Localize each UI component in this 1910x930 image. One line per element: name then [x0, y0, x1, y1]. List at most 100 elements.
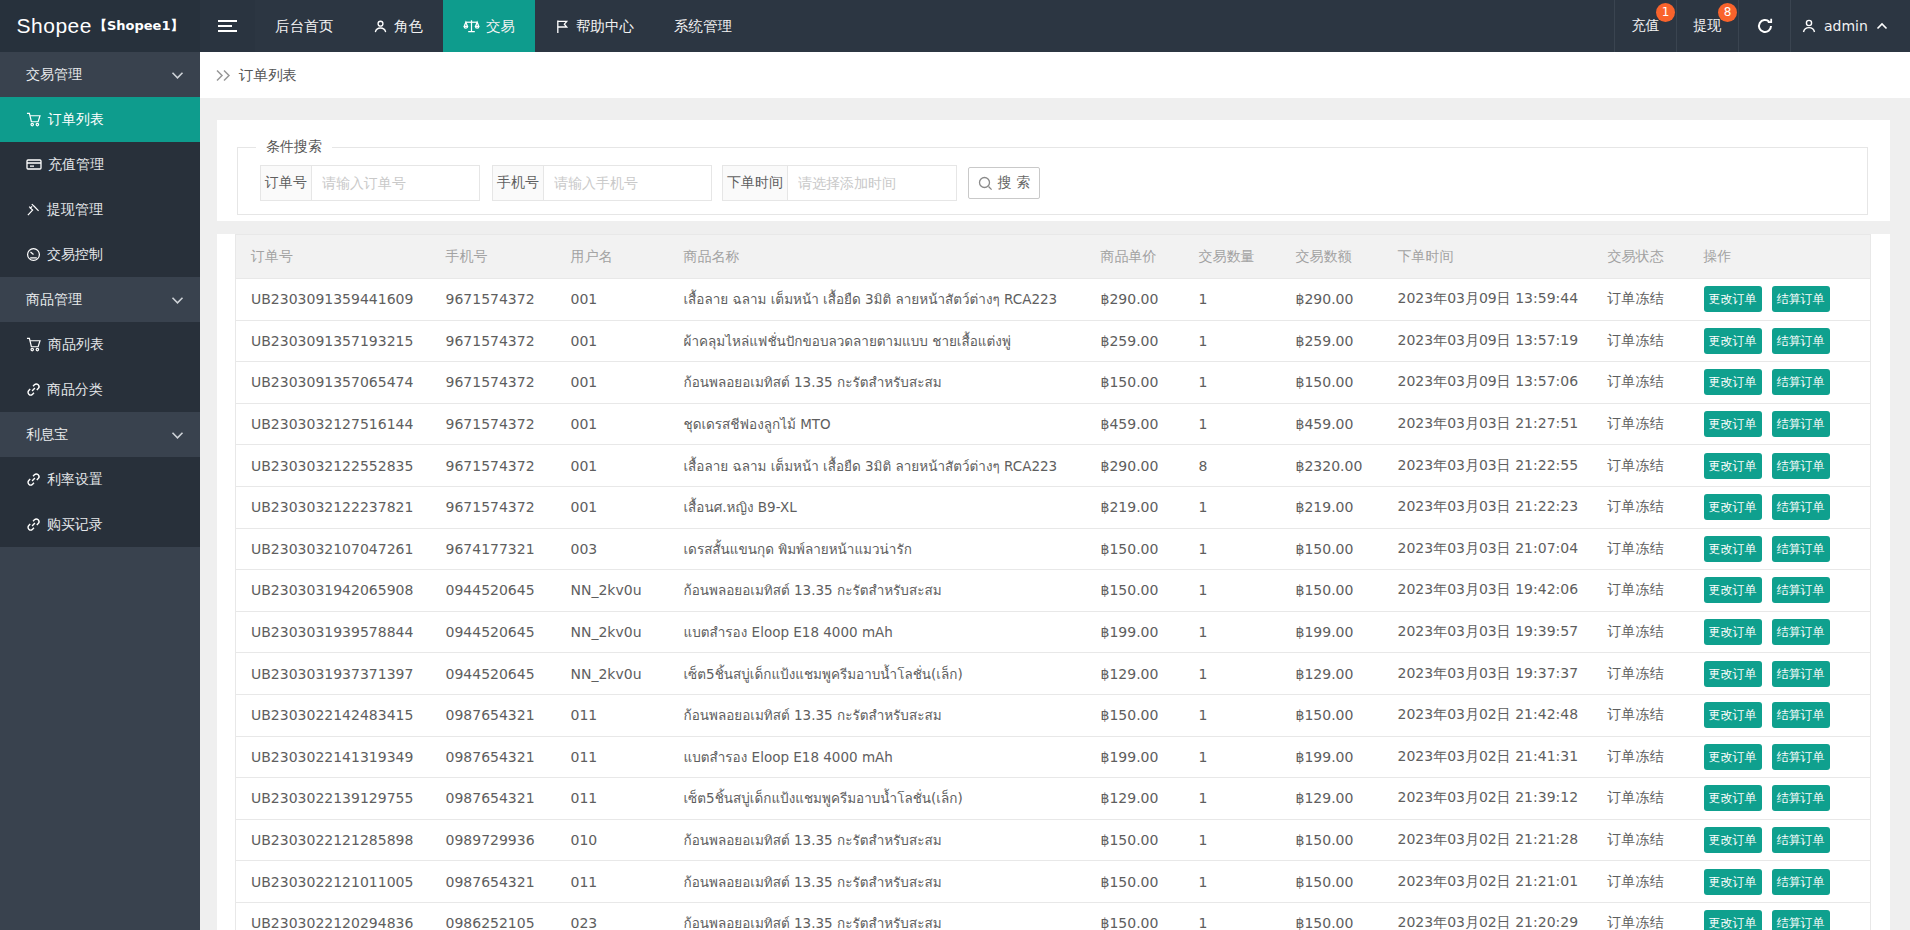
user-cell: 010 [556, 819, 669, 861]
settle-order-button[interactable]: 结算订单 [1772, 453, 1830, 479]
settle-order-button[interactable]: 结算订单 [1772, 661, 1830, 687]
refresh-button[interactable] [1738, 0, 1790, 52]
time-cell: 2023年03月03日 21:27:51 [1383, 403, 1593, 445]
modify-order-button[interactable]: 更改订单 [1704, 453, 1762, 479]
qty-cell: 1 [1184, 819, 1281, 861]
sidebar-item-商品分类[interactable]: 商品分类 [0, 367, 200, 412]
sidebar-item-充值管理[interactable]: 充值管理 [0, 142, 200, 187]
sidebar-item-利率设置[interactable]: 利率设置 [0, 457, 200, 502]
settle-order-button[interactable]: 结算订单 [1772, 744, 1830, 770]
nav-item-5[interactable]: 系统管理 [654, 0, 752, 52]
sidebar-item-商品列表[interactable]: 商品列表 [0, 322, 200, 367]
amount-cell: ฿290.00 [1281, 279, 1383, 321]
qty-cell: 1 [1184, 362, 1281, 404]
sidebar-group-1[interactable]: 交易管理 [0, 52, 200, 97]
status-cell: 订单冻结 [1593, 279, 1689, 321]
order-row: UB23030319395788440944520645NN_2kv0uแบตส… [236, 611, 1871, 653]
link-icon [26, 472, 47, 487]
order-time-input[interactable] [788, 165, 957, 201]
order-no-cell: UB2303022142483415 [236, 694, 431, 736]
modify-order-button[interactable]: 更改订单 [1704, 869, 1762, 895]
settle-order-button[interactable]: 结算订单 [1772, 369, 1830, 395]
status-cell: 订单冻结 [1593, 819, 1689, 861]
qty-cell: 1 [1184, 778, 1281, 820]
product-cell: ชุดเดรสชีฟองลูกไม้ MTO [669, 403, 1086, 445]
user-menu[interactable]: admin [1790, 0, 1910, 52]
modify-order-button[interactable]: 更改订单 [1704, 369, 1762, 395]
nav-item-1[interactable]: 后台首页 [255, 0, 353, 52]
modify-order-button[interactable]: 更改订单 [1704, 494, 1762, 520]
settle-order-button[interactable]: 结算订单 [1772, 827, 1830, 853]
order-no-input[interactable] [312, 165, 480, 201]
settle-order-button[interactable]: 结算订单 [1772, 619, 1830, 645]
withdraw-badge: 8 [1718, 3, 1737, 22]
column-header: 商品名称 [669, 235, 1086, 279]
phone-input[interactable] [544, 165, 712, 201]
search-panel: 条件搜索 订单号 手机号 下单时间 搜 索 [217, 120, 1890, 221]
qty-cell: 1 [1184, 694, 1281, 736]
settle-order-button[interactable]: 结算订单 [1772, 577, 1830, 603]
user-cell: 023 [556, 902, 669, 930]
modify-order-button[interactable]: 更改订单 [1704, 619, 1762, 645]
modify-order-button[interactable]: 更改订单 [1704, 536, 1762, 562]
nav-item-4[interactable]: 帮助中心 [535, 0, 654, 52]
order-no-cell: UB2303022121011005 [236, 861, 431, 903]
settle-order-button[interactable]: 结算订单 [1772, 702, 1830, 728]
modify-order-button[interactable]: 更改订单 [1704, 702, 1762, 728]
sidebar-group-3[interactable]: 利息宝 [0, 412, 200, 457]
search-button[interactable]: 搜 索 [968, 167, 1040, 199]
modify-order-button[interactable]: 更改订单 [1704, 577, 1762, 603]
sidebar-item-提现管理[interactable]: 提现管理 [0, 187, 200, 232]
sidebar-item-交易控制[interactable]: 交易控制 [0, 232, 200, 277]
orders-table: 订单号手机号用户名商品名称商品单价交易数量交易数额下单时间交易状态操作 UB23… [235, 234, 1871, 930]
actions-cell: 更改订单结算订单 [1689, 694, 1871, 736]
withdraw-nav-button[interactable]: 提现 8 [1676, 0, 1738, 52]
sidebar-group-2[interactable]: 商品管理 [0, 277, 200, 322]
cart-icon [26, 112, 48, 127]
modify-order-button[interactable]: 更改订单 [1704, 910, 1762, 930]
product-cell: ก้อนพลอยอเมทิสต์ 13.35 กะรัตสำหรับสะสม [669, 694, 1086, 736]
modify-order-button[interactable]: 更改订单 [1704, 286, 1762, 312]
status-cell: 订单冻结 [1593, 528, 1689, 570]
sidebar-item-订单列表[interactable]: 订单列表 [0, 97, 200, 142]
search-fieldset: 条件搜索 订单号 手机号 下单时间 搜 索 [237, 138, 1868, 215]
settle-order-button[interactable]: 结算订单 [1772, 910, 1830, 930]
modify-order-button[interactable]: 更改订单 [1704, 785, 1762, 811]
modify-order-button[interactable]: 更改订单 [1704, 661, 1762, 687]
nav-item-3[interactable]: 交易 [443, 0, 535, 52]
settle-order-button[interactable]: 结算订单 [1772, 328, 1830, 354]
price-cell: ฿290.00 [1086, 445, 1184, 487]
modify-order-button[interactable]: 更改订单 [1704, 411, 1762, 437]
settle-order-button[interactable]: 结算订单 [1772, 286, 1830, 312]
product-cell: แบตสำรอง Eloop E18 4000 mAh [669, 611, 1086, 653]
recharge-nav-button[interactable]: 充值 1 [1614, 0, 1676, 52]
amount-cell: ฿150.00 [1281, 528, 1383, 570]
settle-order-button[interactable]: 结算订单 [1772, 785, 1830, 811]
top-navbar: Shopee 【Shopee1】 后台首页角色交易帮助中心系统管理 充值 1 提… [0, 0, 1910, 52]
settle-order-button[interactable]: 结算订单 [1772, 536, 1830, 562]
nav-item-2[interactable]: 角色 [353, 0, 443, 52]
time-cell: 2023年03月02日 21:42:48 [1383, 694, 1593, 736]
status-cell: 订单冻结 [1593, 861, 1689, 903]
chevron-down-icon [171, 67, 184, 83]
sidebar-item-购买记录[interactable]: 购买记录 [0, 502, 200, 547]
modify-order-button[interactable]: 更改订单 [1704, 827, 1762, 853]
amount-cell: ฿459.00 [1281, 403, 1383, 445]
settle-order-button[interactable]: 结算订单 [1772, 411, 1830, 437]
order-no-cell: UB2303091357065474 [236, 362, 431, 404]
actions-cell: 更改订单结算订单 [1689, 445, 1871, 487]
gauge-icon [26, 247, 47, 262]
settle-order-button[interactable]: 结算订单 [1772, 494, 1830, 520]
order-row: UB23030221202948360986252105023ก้อนพลอยอ… [236, 902, 1871, 930]
settle-order-button[interactable]: 结算订单 [1772, 869, 1830, 895]
product-cell: เซ็ต5ชิ้นสบู่เด็กแป้งแชมพูครีมอาบน้ำโลชั… [669, 653, 1086, 695]
sidebar-toggle-button[interactable] [200, 0, 255, 52]
time-cell: 2023年03月09日 13:57:19 [1383, 320, 1593, 362]
modify-order-button[interactable]: 更改订单 [1704, 744, 1762, 770]
phone-cell: 0989729936 [431, 819, 556, 861]
order-no-cell: UB2303032122237821 [236, 486, 431, 528]
modify-order-button[interactable]: 更改订单 [1704, 328, 1762, 354]
status-cell: 订单冻结 [1593, 403, 1689, 445]
price-cell: ฿150.00 [1086, 902, 1184, 930]
breadcrumb-title: 订单列表 [239, 66, 297, 85]
